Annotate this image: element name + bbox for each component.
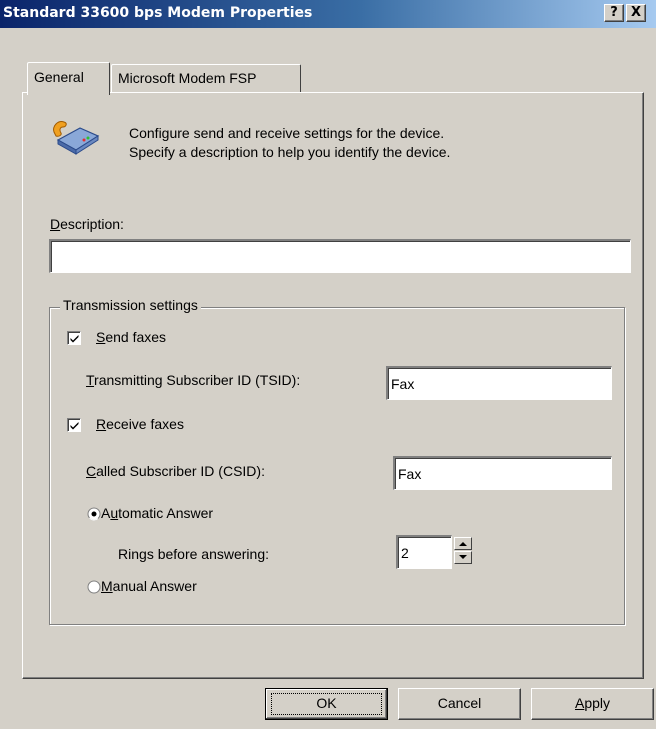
manual-answer-radio[interactable]: [87, 580, 101, 594]
rings-spin-up[interactable]: [454, 537, 472, 550]
transmission-settings-label: Transmission settings: [60, 297, 201, 313]
intro-line-1: Configure send and receive settings for …: [129, 125, 445, 141]
description-access-key: D: [50, 216, 61, 232]
properties-dialog: Standard 33600 bps Modem Properties ? X …: [0, 0, 656, 729]
rings-label-text: s before answering:: [146, 546, 269, 562]
csid-label-text: alled Subscriber ID (CSID):: [96, 463, 265, 479]
automatic-answer-access-key: u: [110, 505, 119, 521]
rings-spin-down[interactable]: [454, 551, 472, 564]
tsid-input[interactable]: [386, 366, 612, 400]
csid-access-key: C: [86, 463, 97, 479]
cancel-button-label: Cancel: [437, 695, 482, 711]
send-faxes-access-key: S: [96, 329, 106, 345]
receive-faxes-checkbox[interactable]: [67, 418, 81, 432]
modem-icon: [53, 121, 100, 155]
apply-button-label: pply: [584, 695, 611, 711]
tsid-access-key: T: [86, 372, 95, 388]
rings-prefix: Rin: [118, 546, 140, 562]
description-input[interactable]: [49, 239, 631, 273]
tsid-label: Transmitting Subscriber ID (TSID):: [86, 372, 300, 388]
receive-faxes-text: eceive faxes: [106, 416, 184, 432]
description-label: Description:: [50, 216, 124, 232]
intro-line-2: Specify a description to help you identi…: [129, 144, 451, 160]
automatic-answer-prefix: A: [101, 505, 111, 521]
cancel-button[interactable]: Cancel: [398, 688, 521, 720]
automatic-answer-label[interactable]: Automatic Answer: [101, 505, 213, 521]
receive-faxes-access-key: R: [96, 416, 107, 432]
automatic-answer-text: tomatic Answer: [118, 505, 214, 521]
receive-faxes-label[interactable]: Receive faxes: [96, 416, 184, 432]
ok-button[interactable]: OK: [265, 688, 388, 720]
rings-input[interactable]: [396, 535, 452, 569]
arrow-down-icon: [459, 555, 467, 559]
send-faxes-label[interactable]: Send faxes: [96, 329, 166, 345]
arrow-up-icon: [459, 542, 467, 546]
tsid-label-text: ransmitting Subscriber ID (TSID):: [94, 372, 301, 388]
manual-answer-text: anual Answer: [112, 578, 197, 594]
rings-label: Rings before answering:: [118, 546, 269, 562]
send-faxes-checkbox[interactable]: [67, 331, 81, 345]
manual-answer-label[interactable]: Manual Answer: [101, 578, 197, 594]
description-label-text: escription:: [60, 216, 124, 232]
checkmark-icon: [70, 422, 79, 430]
csid-label: Called Subscriber ID (CSID):: [86, 463, 265, 479]
apply-button[interactable]: Apply: [531, 688, 654, 720]
send-faxes-text: end faxes: [105, 329, 167, 345]
automatic-answer-radio[interactable]: [87, 507, 101, 521]
general-content: Configure send and receive settings for …: [0, 0, 656, 729]
checkmark-icon: [70, 335, 79, 343]
csid-input[interactable]: [393, 456, 612, 490]
apply-access-key: A: [574, 695, 585, 711]
rings-access-key: g: [139, 546, 147, 562]
manual-answer-access-key: M: [101, 578, 113, 594]
focus-rectangle: [271, 693, 382, 715]
